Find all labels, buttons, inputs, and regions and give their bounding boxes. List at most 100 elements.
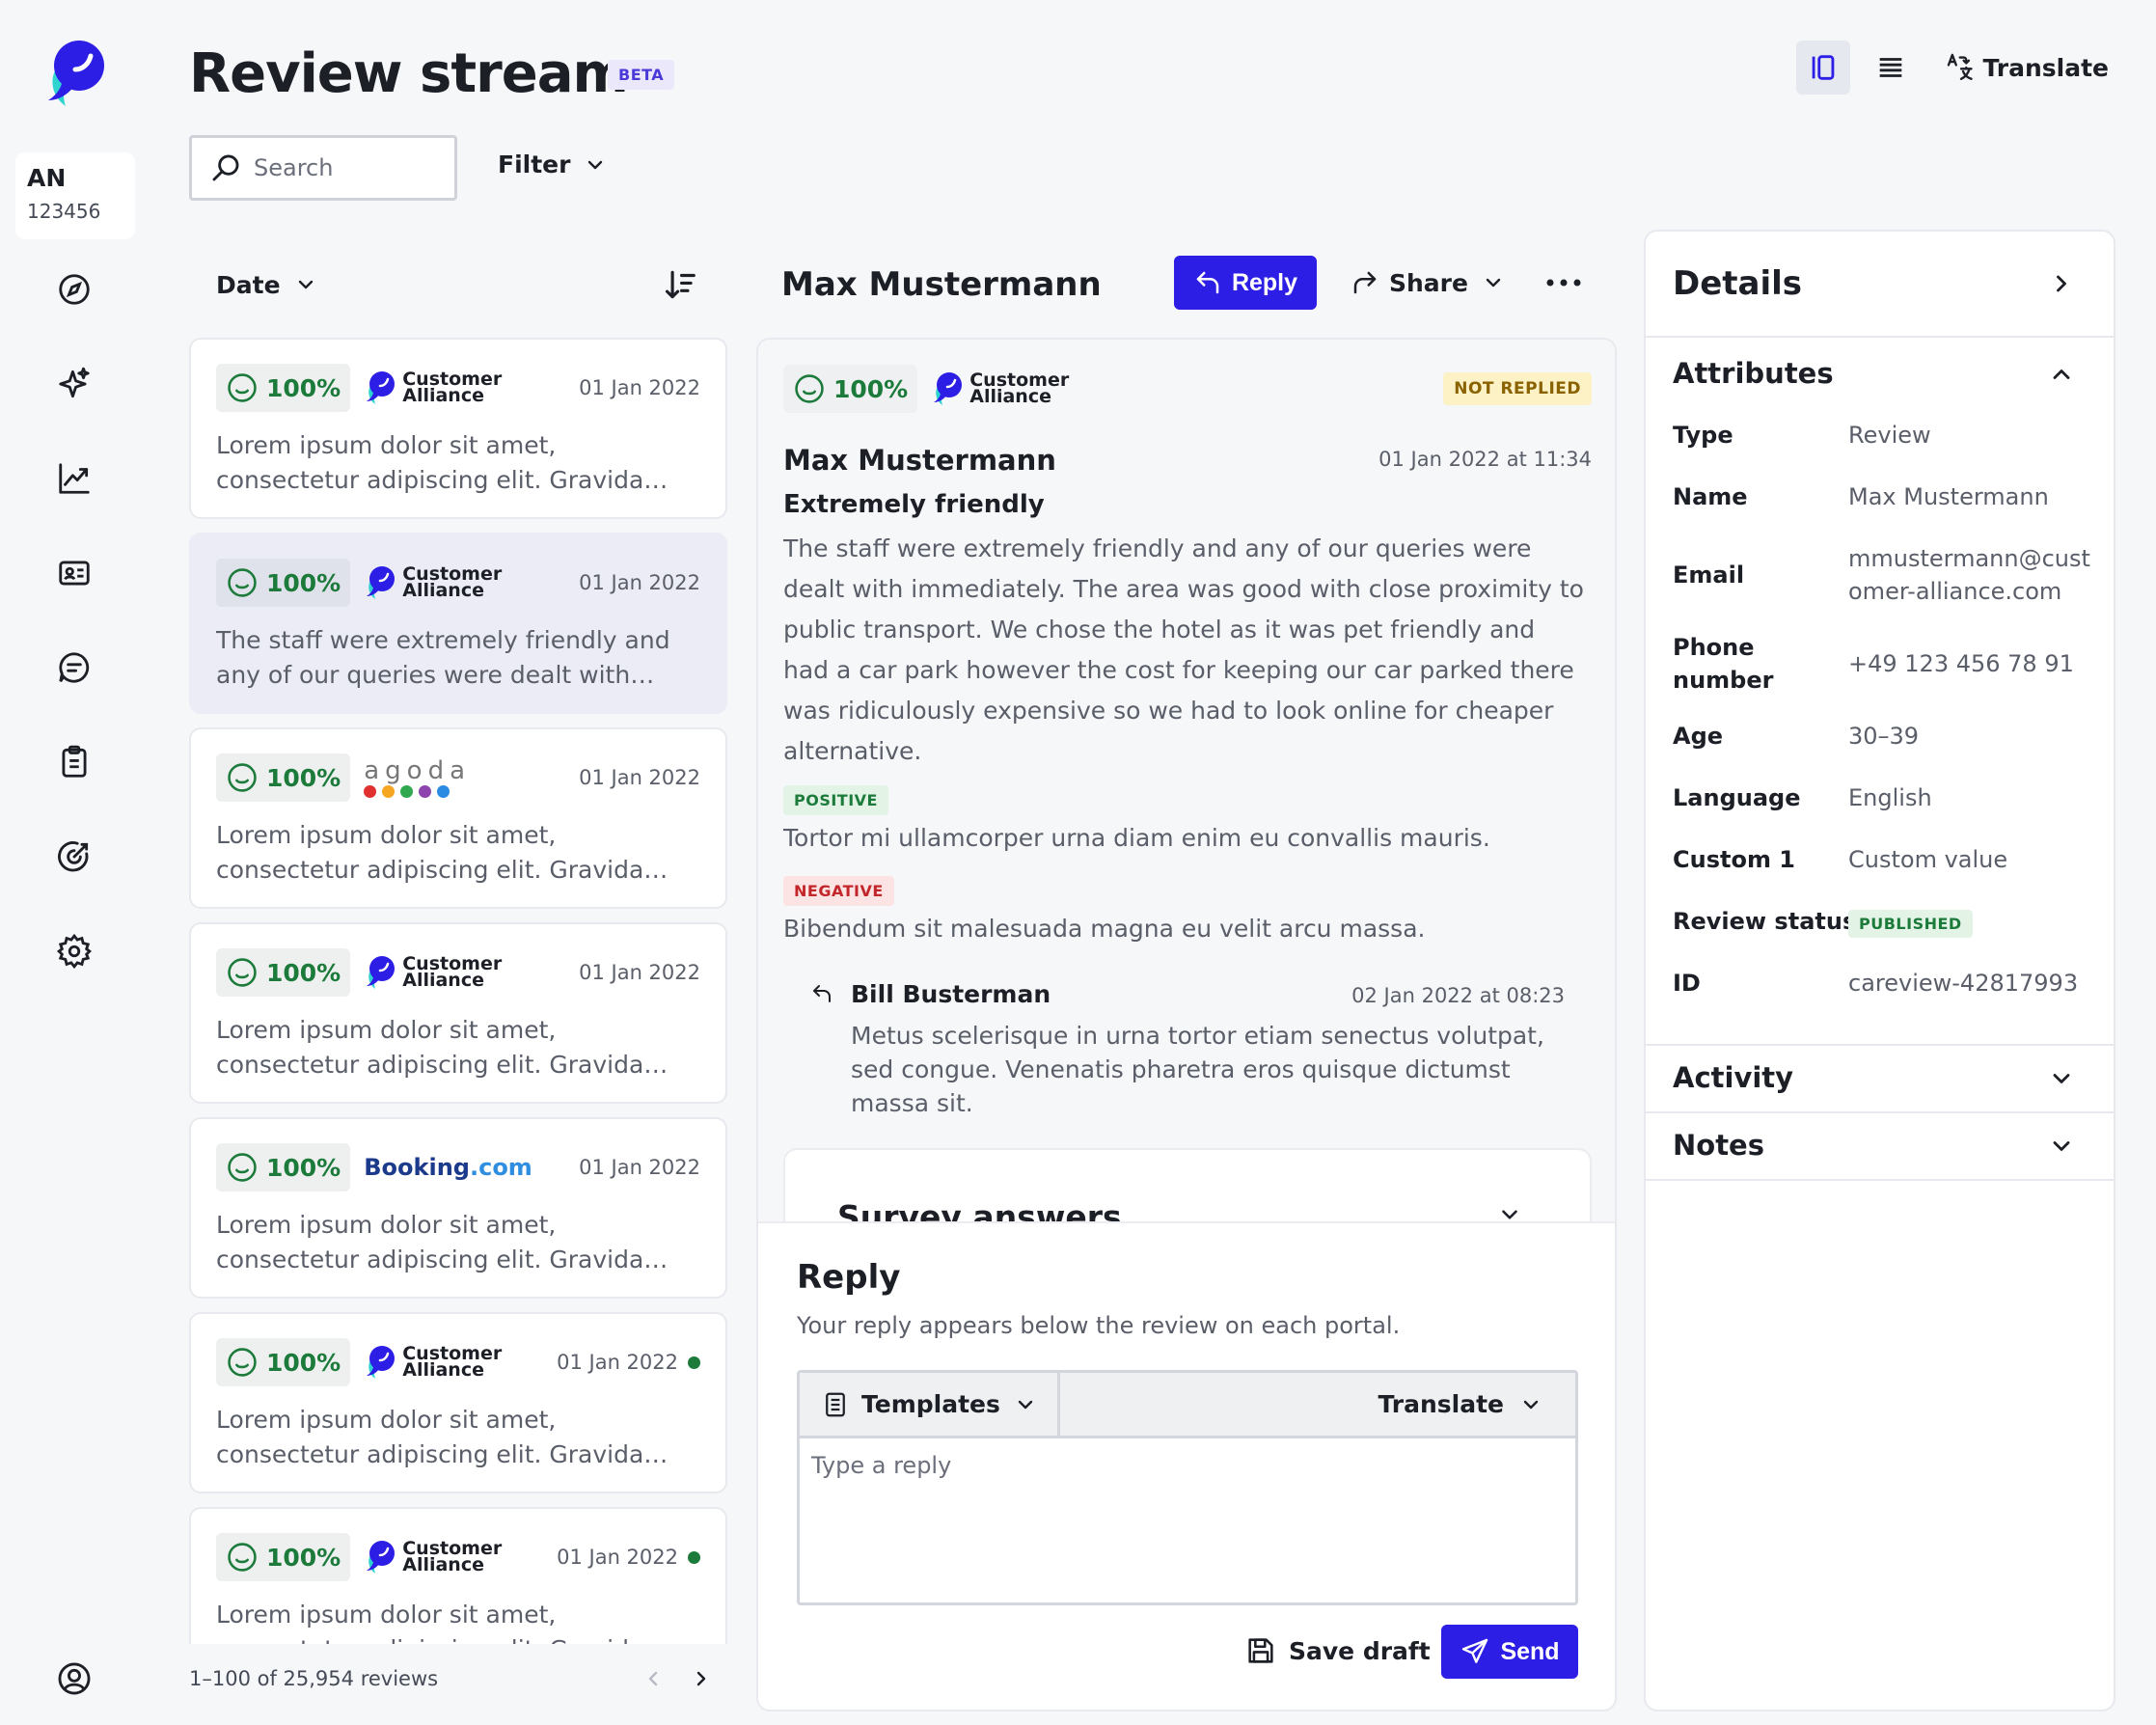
attribute-key: Age (1673, 723, 1724, 750)
chevron-down-icon[interactable] (2048, 1065, 2075, 1092)
gear-icon[interactable] (53, 930, 96, 972)
user-circle-icon[interactable] (53, 1657, 96, 1700)
sort-direction-button[interactable] (662, 266, 698, 303)
search-input[interactable]: Search (189, 135, 457, 201)
review-excerpt: Lorem ipsum dolor sit amet, consectetur … (216, 821, 644, 884)
attribute-row: Review status PUBLISHED (1673, 905, 2097, 941)
chart-icon[interactable] (53, 457, 96, 500)
reply-button[interactable]: Reply (1174, 256, 1317, 310)
portal-name: Customer Alliance (402, 1538, 503, 1575)
templates-dropdown[interactable]: Templates (800, 1373, 1060, 1436)
activity-header[interactable]: Activity (1673, 1061, 1793, 1094)
reply-translate-dropdown[interactable]: Translate (1378, 1390, 1575, 1418)
attribute-row: Custom 1 Custom value (1673, 843, 2097, 876)
notes-header[interactable]: Notes (1673, 1129, 1764, 1162)
review-card[interactable]: 100% agoda 01 Jan 2022 Lorem ipsum dolor si… (189, 727, 727, 909)
sort-descending-icon (665, 270, 696, 299)
chevron-down-icon (588, 160, 603, 169)
next-page-button[interactable] (677, 1659, 725, 1698)
review-score-value: 100% (266, 568, 341, 597)
positive-text: Tortor mi ullamcorper urna diam enim eu … (783, 824, 1490, 852)
reply-textarea[interactable]: Type a reply (800, 1438, 1575, 1492)
reply-button-label: Reply (1231, 268, 1298, 296)
review-date-text: 01 Jan 2022 (579, 376, 700, 399)
review-card[interactable]: 100% Customer Alliance 01 Jan 2022 Lorem ip… (189, 1507, 727, 1644)
chat-icon[interactable] (53, 646, 96, 689)
review-card[interactable]: 100% Customer Alliance 01 Jan 2022 Lorem ip… (189, 1312, 727, 1493)
account-number: 123456 (27, 200, 101, 223)
customer-alliance-logo: Customer Alliance (364, 953, 508, 992)
review-card[interactable]: 100% Booking.com 01 Jan 2022 Lorem ipsum do… (189, 1117, 727, 1299)
send-button[interactable]: Send (1441, 1625, 1578, 1679)
review-date: 01 Jan 2022 (557, 1546, 700, 1569)
portal-name: Customer Alliance (402, 953, 503, 991)
send-plane-icon (1462, 1638, 1488, 1663)
attribute-key: Phone number (1673, 634, 1774, 694)
attribute-key: Name (1673, 483, 1748, 510)
review-excerpt: Lorem ipsum dolor sit amet, consectetur … (216, 1406, 644, 1468)
reply-arrow-icon (810, 980, 833, 1007)
status-badge: NOT REPLIED (1443, 372, 1592, 405)
attributes-header[interactable]: Attributes (1673, 357, 1834, 390)
account-switcher[interactable]: AN 123456 (15, 152, 135, 239)
sort-label: Date (216, 270, 281, 299)
review-portal: Customer Alliance (364, 1338, 508, 1386)
review-content: 100% Customer Alliance NOT REPLIED Max M… (758, 340, 1615, 1221)
attribute-row: Type Review (1673, 419, 2097, 452)
portal-name: Customer Alliance (402, 369, 503, 406)
attribute-value: careview-42817993 (1848, 970, 2079, 997)
prev-page-button[interactable] (629, 1659, 677, 1698)
split-view-icon (1812, 55, 1835, 80)
review-date-text: 01 Jan 2022 (579, 766, 700, 789)
reply-translate-label: Translate (1378, 1390, 1504, 1418)
contact-card-icon[interactable] (53, 552, 96, 594)
compass-icon[interactable] (53, 268, 96, 311)
smiley-icon (795, 374, 824, 403)
review-excerpt: Lorem ipsum dolor sit amet, consectetur … (216, 1601, 643, 1644)
attribute-row: Phone number +49 123 456 78 91 (1673, 631, 2097, 697)
review-score: 100% (216, 559, 351, 607)
clipboard-icon[interactable] (53, 741, 96, 783)
attribute-value: +49 123 456 78 91 (1848, 650, 2074, 677)
divider (1646, 1044, 2114, 1046)
review-date-text: 01 Jan 2022 (579, 1156, 700, 1179)
filter-dropdown[interactable]: Filter (498, 151, 607, 178)
review-card[interactable]: 100% Customer Alliance 01 Jan 2022 The staf… (189, 533, 727, 714)
review-portal: Booking.com (364, 1143, 532, 1191)
reply-editor: Templates Translate Type a reply (797, 1370, 1578, 1605)
account-initials: AN (27, 164, 67, 192)
chevron-down-icon[interactable] (2048, 1133, 2075, 1160)
review-portal: Customer Alliance (364, 1533, 508, 1581)
share-dropdown[interactable]: Share (1351, 260, 1505, 305)
more-actions-button[interactable] (1542, 260, 1586, 305)
review-portal: Customer Alliance (364, 559, 508, 607)
attribute-value: 30–39 (1848, 723, 1920, 750)
app-logo[interactable] (42, 37, 108, 110)
pagination: 1–100 of 25,954 reviews (189, 1659, 725, 1698)
review-date-text: 01 Jan 2022 (579, 571, 700, 594)
target-icon[interactable] (53, 835, 96, 878)
review-header-name: Max Mustermann (781, 265, 1102, 304)
attribute-value: Custom value (1848, 846, 2008, 873)
translate-page-button[interactable]: Translate (1945, 41, 2109, 95)
details-title: Details (1673, 264, 1803, 303)
review-card[interactable]: 100% Customer Alliance 01 Jan 2022 Lorem ip… (189, 922, 727, 1104)
review-excerpt: Lorem ipsum dolor sit amet, consectetur … (216, 1016, 644, 1079)
review-detail-panel: 100% Customer Alliance NOT REPLIED Max M… (756, 338, 1617, 1711)
survey-answers-accordion[interactable]: Survey answers (783, 1148, 1592, 1221)
attribute-row: Name Max Mustermann (1673, 480, 2097, 513)
collapse-details-button[interactable] (2048, 270, 2075, 297)
list-view-button[interactable] (1864, 41, 1918, 95)
sort-dropdown[interactable]: Date (216, 271, 317, 299)
chevron-down-icon (1497, 1202, 1522, 1221)
answer-date: 02 Jan 2022 at 08:23 (1351, 984, 1565, 1007)
save-draft-button[interactable]: Save draft (1244, 1634, 1431, 1667)
smiley-icon (228, 568, 257, 597)
review-card[interactable]: 100% Customer Alliance 01 Jan 2022 Lorem ip… (189, 338, 727, 519)
sparkle-icon[interactable] (53, 363, 96, 405)
split-view-button[interactable] (1796, 41, 1850, 95)
attribute-key: Language (1673, 784, 1801, 811)
chevron-up-icon[interactable] (2048, 361, 2075, 388)
review-score-value: 100% (266, 373, 341, 402)
details-panel: Details Attributes Type Review Name Max Mus… (1644, 230, 2115, 1711)
